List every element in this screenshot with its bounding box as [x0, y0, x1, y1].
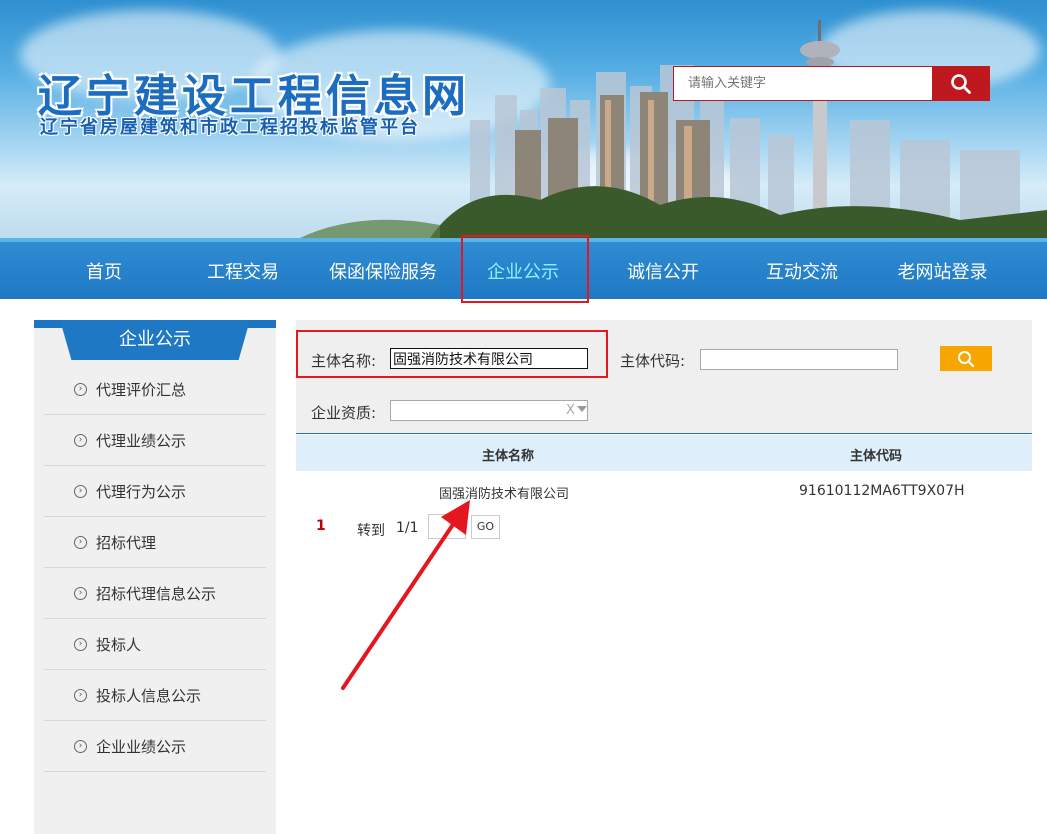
cell-entity-name[interactable]: 固强消防技术有限公司	[439, 483, 569, 502]
annotation-highlight-nav	[461, 235, 589, 303]
sidebar-title: 企业公示	[60, 320, 250, 360]
pager-page-input[interactable]	[428, 514, 466, 539]
site-subtitle: 辽宁省房屋建筑和市政工程招投标监管平台	[40, 117, 420, 138]
sidebar-item-label: 投标人	[96, 635, 142, 654]
search-icon	[958, 350, 975, 367]
cell-entity-code: 91610112MA6TT9X07H	[799, 483, 965, 499]
sidebar-item-bidding-agency[interactable]: › 招标代理	[44, 517, 266, 568]
entity-code-label: 主体代码:	[620, 352, 686, 370]
sidebar-item-label: 投标人信息公示	[96, 686, 202, 705]
nav-item-interaction[interactable]: 互动交流	[752, 242, 852, 299]
sidebar: 企业公示 › 代理评价汇总 › 代理业绩公示 › 代理行为公示 › 招标代理 ›…	[34, 320, 276, 834]
sidebar-item-bidder-info[interactable]: › 投标人信息公示	[44, 670, 266, 721]
pager-goto-label: 转到	[357, 523, 385, 539]
chevron-down-icon[interactable]	[577, 406, 587, 412]
sidebar-item-label: 招标代理	[96, 533, 157, 552]
circle-arrow-icon: ›	[74, 484, 87, 498]
annotation-highlight-name-field	[296, 330, 608, 378]
circle-arrow-icon: ›	[74, 688, 87, 702]
sidebar-item-label: 代理行为公示	[96, 482, 187, 501]
header-search-button[interactable]	[932, 66, 990, 101]
sidebar-item-agency-behavior[interactable]: › 代理行为公示	[44, 466, 266, 517]
circle-arrow-icon: ›	[74, 739, 87, 753]
nav-item-guarantee-insurance[interactable]: 保函保险服务	[318, 242, 448, 299]
nav-item-old-site-login[interactable]: 老网站登录	[885, 242, 1000, 299]
sidebar-item-label: 代理评价汇总	[96, 380, 187, 399]
sidebar-item-label: 代理业绩公示	[96, 431, 187, 450]
clear-icon[interactable]: X	[566, 403, 575, 418]
circle-arrow-icon: ›	[74, 637, 87, 651]
nav-item-home[interactable]: 首页	[64, 242, 144, 299]
column-header-entity-code: 主体代码	[850, 449, 903, 464]
header-banner: 辽宁建设工程信息网 辽宁省房屋建筑和市政工程招投标监管平台	[0, 0, 1047, 238]
sidebar-item-label: 招标代理信息公示	[96, 584, 217, 603]
sidebar-item-agency-performance[interactable]: › 代理业绩公示	[44, 415, 266, 466]
qualification-select[interactable]	[390, 400, 588, 421]
circle-arrow-icon: ›	[74, 382, 87, 396]
column-header-entity-name: 主体名称	[482, 449, 535, 464]
sidebar-item-bidding-agency-info[interactable]: › 招标代理信息公示	[44, 568, 266, 619]
results-table-header: 主体名称 主体代码	[296, 435, 1032, 471]
pager-page-info: 1/1	[396, 520, 419, 536]
sidebar-item-enterprise-performance[interactable]: › 企业业绩公示	[44, 721, 266, 772]
nav-item-credit[interactable]: 诚信公开	[613, 242, 713, 299]
sidebar-item-agency-evaluation[interactable]: › 代理评价汇总	[44, 364, 266, 415]
qualification-label: 企业资质:	[311, 404, 377, 422]
circle-arrow-icon: ›	[74, 433, 87, 447]
entity-code-input[interactable]	[700, 349, 898, 370]
sidebar-item-bidder[interactable]: › 投标人	[44, 619, 266, 670]
circle-arrow-icon: ›	[74, 586, 87, 600]
sidebar-item-label: 企业业绩公示	[96, 737, 187, 756]
search-icon	[951, 73, 971, 94]
pager-current-page[interactable]: 1	[316, 518, 326, 534]
query-search-button[interactable]	[940, 346, 992, 371]
keyword-search-input[interactable]	[673, 66, 933, 101]
nav-item-project-trading[interactable]: 工程交易	[193, 242, 293, 299]
sidebar-menu: › 代理评价汇总 › 代理业绩公示 › 代理行为公示 › 招标代理 › 招标代理…	[44, 364, 266, 772]
circle-arrow-icon: ›	[74, 535, 87, 549]
pager-go-button[interactable]: GO	[471, 515, 500, 539]
